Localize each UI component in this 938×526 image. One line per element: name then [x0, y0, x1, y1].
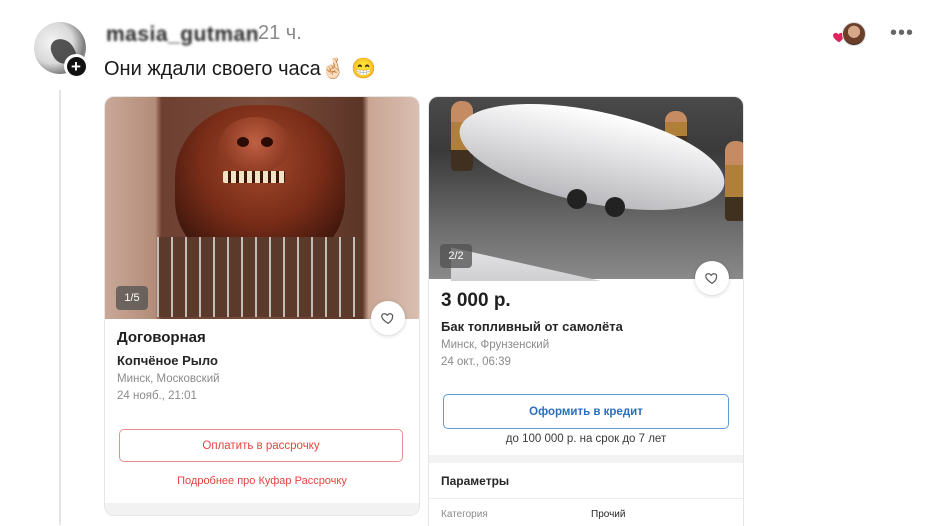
listing-price: 3 000 р. [441, 290, 511, 311]
listing-card-2[interactable]: 2/2 3 000 р. Бак топливный от самолёта М… [428, 96, 744, 526]
listing-date: 24 окт., 06:39 [441, 356, 511, 368]
username[interactable]: masia_gutman [106, 23, 259, 47]
listing-date: 24 нояб., 21:01 [117, 390, 197, 402]
params-divider [429, 498, 743, 499]
heart-outline-icon [705, 273, 718, 285]
listing-photo[interactable] [429, 97, 743, 281]
wing-shape [451, 247, 601, 281]
params-category-label: Категория [441, 509, 488, 520]
heart-outline-icon [381, 313, 394, 325]
soldier-shape [725, 141, 743, 221]
photo-counter: 1/5 [116, 286, 148, 310]
post-time[interactable]: 21 ч. [258, 22, 302, 45]
wheel-shape [567, 189, 587, 209]
params-heading: Параметры [441, 474, 510, 488]
follow-button[interactable]: + [64, 54, 88, 78]
installment-info-link[interactable]: Подробнее про Куфар Рассрочку [105, 475, 419, 487]
plus-icon: + [66, 56, 86, 76]
params-category-value: Прочий [591, 509, 626, 520]
listing-location: Минск, Московский [117, 373, 220, 385]
photo-counter: 2/2 [440, 244, 472, 268]
listing-photo[interactable] [105, 97, 419, 319]
favorite-button[interactable] [371, 301, 405, 335]
installment-button[interactable]: Оплатить в рассрочку [119, 429, 403, 462]
credit-button[interactable]: Оформить в кредит [443, 394, 729, 429]
listing-location: Минск, Фрунзенский [441, 339, 550, 351]
wheel-shape [605, 197, 625, 217]
section-separator [429, 455, 743, 463]
listing-title[interactable]: Бак топливный от самолёта [441, 319, 623, 334]
grill-shape [157, 237, 361, 317]
fuel-tank-shape [450, 97, 734, 231]
credit-note: до 100 000 р. на срок до 7 лет [505, 433, 667, 445]
post-text: Они ждали своего часа🤞🏻 😁 [104, 58, 377, 80]
listing-price: Договорная [117, 329, 206, 346]
favorite-button[interactable] [695, 261, 729, 295]
thread-line [59, 90, 61, 525]
more-options-icon[interactable]: ••• [890, 23, 914, 43]
card-footer [105, 503, 419, 515]
listing-title[interactable]: Копчёное Рыло [117, 353, 218, 368]
snout-shape [219, 117, 291, 173]
liker-avatar[interactable] [842, 22, 866, 46]
listing-card-1[interactable]: 1/5 Договорная Копчёное Рыло Минск, Моск… [104, 96, 420, 516]
teeth-shape [223, 171, 285, 183]
